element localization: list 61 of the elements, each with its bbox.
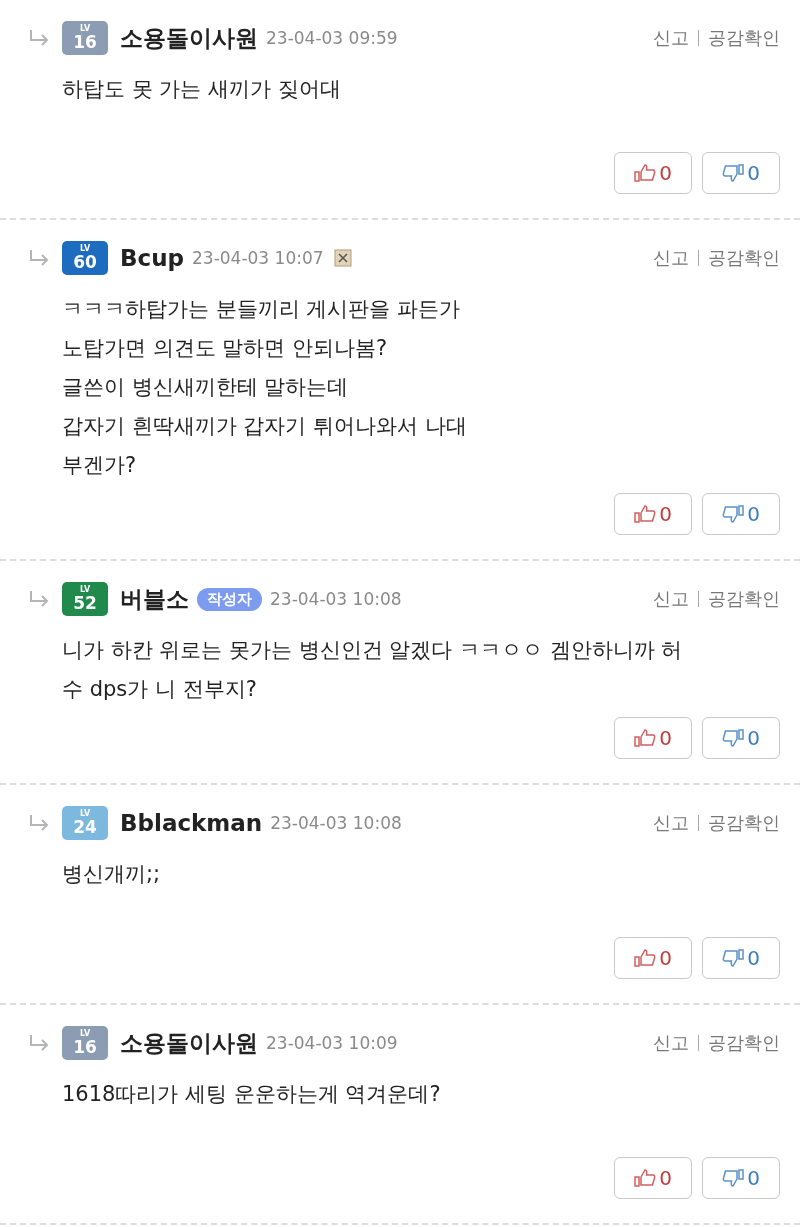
report-link[interactable]: 신고 bbox=[653, 587, 689, 611]
thumbs-up-icon bbox=[634, 504, 657, 524]
comment-date: 23-04-03 10:08 bbox=[270, 589, 402, 609]
likes-link[interactable]: 공감확인 bbox=[708, 246, 780, 270]
comment-date: 23-04-03 10:07 bbox=[192, 248, 324, 268]
like-button[interactable]: 0 bbox=[614, 1157, 692, 1199]
reply-arrow-icon bbox=[28, 590, 50, 608]
comment-text: 니가 하칸 위로는 못가는 병신인건 알겠다 ㅋㅋㅇㅇ 겜안하니까 허 bbox=[62, 637, 684, 664]
dislike-button[interactable]: 0 bbox=[702, 152, 780, 194]
comment-text: 1618따리가 세팅 운운하는게 역겨운데? bbox=[62, 1081, 442, 1108]
level-badge: LV 16 bbox=[62, 21, 108, 55]
dislike-button[interactable]: 0 bbox=[702, 717, 780, 759]
thumbs-up-icon bbox=[634, 728, 657, 748]
comment-text: 병신개끼;; bbox=[62, 861, 162, 888]
comment-text: 부겐가? bbox=[62, 452, 138, 479]
reply-arrow-icon bbox=[28, 1034, 50, 1052]
comment-text: 하탑도 못 가는 새끼가 짖어대 bbox=[62, 76, 342, 103]
reply-arrow-icon bbox=[28, 29, 50, 47]
report-link[interactable]: 신고 bbox=[653, 26, 689, 50]
comment-text: 노탑가면 의견도 말하면 안되나봄? bbox=[62, 335, 389, 362]
report-link[interactable]: 신고 bbox=[653, 246, 689, 270]
user-name[interactable]: 소용돌이사원 bbox=[120, 1027, 258, 1059]
comment-date: 23-04-03 10:08 bbox=[270, 813, 402, 833]
likes-link[interactable]: 공감확인 bbox=[708, 1031, 780, 1055]
thumbs-down-icon bbox=[722, 1168, 745, 1188]
comment-text: 수 dps가 니 전부지? bbox=[62, 676, 258, 703]
likes-link[interactable]: 공감확인 bbox=[708, 811, 780, 835]
thumbs-down-icon bbox=[722, 163, 745, 183]
dislike-button[interactable]: 0 bbox=[702, 493, 780, 535]
likes-link[interactable]: 공감확인 bbox=[708, 587, 780, 611]
like-button[interactable]: 0 bbox=[614, 493, 692, 535]
reply-arrow-icon bbox=[28, 814, 50, 832]
dislike-button[interactable]: 0 bbox=[702, 1157, 780, 1199]
comment-date: 23-04-03 09:59 bbox=[266, 28, 398, 48]
level-badge: LV 60 bbox=[62, 241, 108, 275]
thumbs-up-icon bbox=[634, 163, 657, 183]
report-link[interactable]: 신고 bbox=[653, 811, 689, 835]
user-name[interactable]: 버블소 bbox=[120, 583, 189, 615]
user-name[interactable]: Bblackman bbox=[120, 810, 263, 836]
reply-arrow-icon bbox=[28, 249, 50, 267]
likes-link[interactable]: 공감확인 bbox=[708, 26, 780, 50]
level-badge: LV 16 bbox=[62, 1026, 108, 1060]
thumbs-down-icon bbox=[722, 728, 745, 748]
like-button[interactable]: 0 bbox=[614, 717, 692, 759]
like-button[interactable]: 0 bbox=[614, 152, 692, 194]
like-button[interactable]: 0 bbox=[614, 937, 692, 979]
thumbs-down-icon bbox=[722, 504, 745, 524]
author-tag: 작성자 bbox=[197, 587, 262, 611]
comment-text: 갑자기 흰딱새끼가 갑자기 튀어나와서 나대 bbox=[62, 413, 468, 440]
comment-text: 글쓴이 병신새끼한테 말하는데 bbox=[62, 374, 350, 401]
level-badge: LV 24 bbox=[62, 806, 108, 840]
dislike-button[interactable]: 0 bbox=[702, 937, 780, 979]
thumbs-down-icon bbox=[722, 948, 745, 968]
comment-text: ㅋㅋㅋ하탑가는 분들끼리 게시판을 파든가 bbox=[62, 296, 462, 323]
level-badge: LV 52 bbox=[62, 582, 108, 616]
user-name[interactable]: Bcup bbox=[120, 245, 184, 271]
user-name[interactable]: 소용돌이사원 bbox=[120, 22, 258, 54]
comment-date: 23-04-03 10:09 bbox=[266, 1033, 398, 1053]
thumbs-up-icon bbox=[634, 948, 657, 968]
report-link[interactable]: 신고 bbox=[653, 1031, 689, 1055]
thumbs-up-icon bbox=[634, 1168, 657, 1188]
